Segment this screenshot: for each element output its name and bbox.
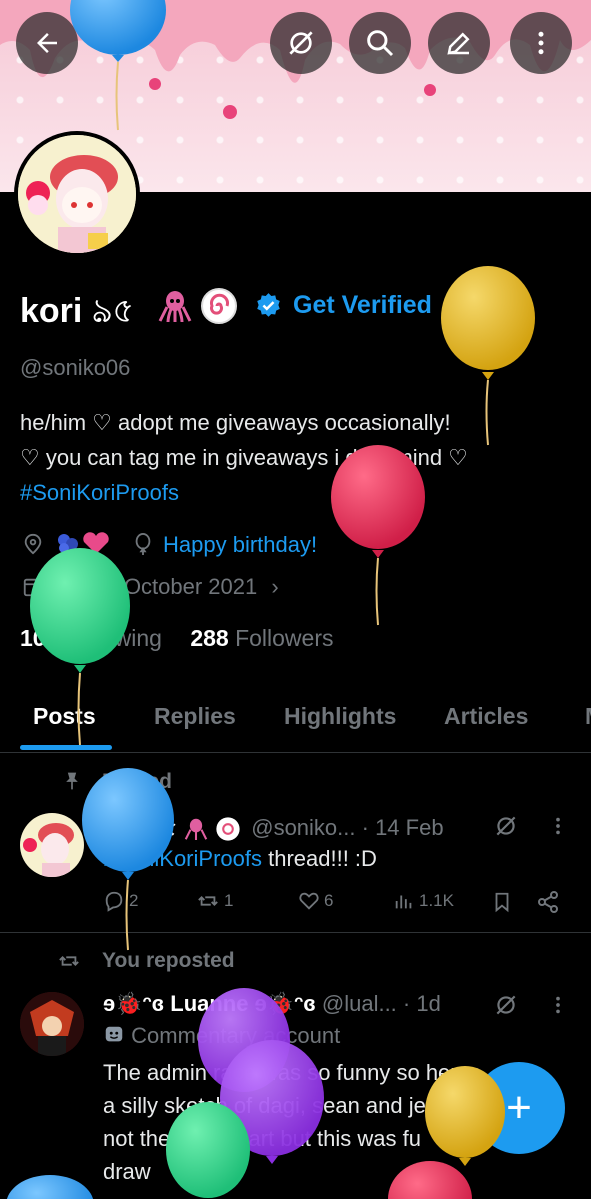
more-vertical-icon <box>538 31 544 55</box>
pencil-icon <box>447 32 470 55</box>
avatar-illustration-dark <box>20 992 84 1056</box>
following-label: Following <box>64 625 162 651</box>
repost-action[interactable]: 1 <box>196 890 233 912</box>
followers-stat[interactable]: 288 Followers <box>190 625 333 651</box>
profile-display-name: kori ঌ৫ <box>20 285 134 342</box>
automated-account-label: Commentary account <box>103 1023 340 1049</box>
post-author-name[interactable]: ɘ🐞ᵔɞ Luanne ɘ🐞ᵔɞ <box>103 991 316 1016</box>
narutomaki-emoji-icon <box>216 817 240 841</box>
post-author-handle: @soniko... <box>251 815 356 840</box>
pinned-label: Pinned <box>102 770 173 793</box>
grok-icon[interactable] <box>493 813 519 839</box>
post-more-icon[interactable] <box>547 994 569 1016</box>
search-button[interactable] <box>349 12 411 74</box>
repost-icon <box>59 956 79 966</box>
squid-emoji-icon <box>158 291 192 323</box>
location-pin-icon <box>24 533 42 555</box>
pin-icon <box>66 772 78 790</box>
joined-date[interactable]: Joined October 2021 › <box>53 574 279 600</box>
post-more-icon[interactable] <box>547 815 569 837</box>
grok-icon[interactable] <box>493 992 519 1018</box>
reposted-label: You reposted <box>102 949 235 972</box>
tab-articles[interactable]: Articles <box>444 703 528 730</box>
post-body: #SoniKoriProofs thread!!! :D <box>103 842 377 875</box>
post-author-handle: @lual... <box>321 991 397 1016</box>
chevron-right-icon: › <box>271 574 279 599</box>
following-stat[interactable]: 105 Following <box>20 625 162 651</box>
balloon-icon <box>135 533 151 555</box>
get-verified-link[interactable]: Get Verified <box>293 291 432 320</box>
post-author-avatar[interactable] <box>20 992 84 1056</box>
grok-icon <box>289 31 313 55</box>
display-name-text: kori <box>20 292 83 330</box>
avatar-illustration-small <box>23 823 74 877</box>
bio-line-1: he/him ♡ adopt me giveaways occasionally… <box>20 410 451 435</box>
joined-text: Joined October 2021 <box>53 574 258 599</box>
tab-overflow[interactable]: M <box>585 703 591 730</box>
tab-posts[interactable]: Posts <box>33 703 96 730</box>
account-subtitle: Commentary account <box>131 1023 341 1048</box>
share-icon[interactable] <box>536 890 560 914</box>
bio-hashtag-link[interactable]: #SoniKoriProofs <box>20 480 179 505</box>
heart-icon <box>299 892 319 910</box>
post-hashtag-link[interactable]: #SoniKoriProofs <box>103 846 262 871</box>
profile-bio: he/him ♡ adopt me giveaways occasionally… <box>20 405 468 510</box>
followers-count: 288 <box>190 625 229 651</box>
birthday-link[interactable]: Happy birthday! <box>163 532 317 558</box>
followers-label: Followers <box>235 625 334 651</box>
reply-count: 2 <box>129 891 139 910</box>
post-line-4: draw <box>103 1159 151 1184</box>
profile-tabs: Posts Replies Highlights Articles M <box>0 690 591 753</box>
display-name-glyph: ঌ৫ <box>91 292 135 330</box>
bookmark-icon[interactable] <box>491 890 513 914</box>
avatar-illustration <box>18 135 136 253</box>
narutomaki-emoji-icon <box>201 288 237 324</box>
post-line-3: not the best at art but this was fu <box>103 1126 421 1151</box>
like-action[interactable]: 6 <box>298 890 333 912</box>
reply-icon <box>105 891 123 912</box>
masks-icon <box>105 1026 123 1042</box>
author-emoji-badges <box>183 815 245 842</box>
post-author-name[interactable]: kori ঌ৫ <box>103 815 177 840</box>
post-body: The admin race was so funny so heres a s… <box>103 1056 481 1188</box>
post-line-1: The admin race was so funny so heres <box>103 1060 481 1085</box>
calendar-icon <box>23 578 43 597</box>
post-author-avatar[interactable] <box>20 813 84 877</box>
post-text: thread!!! :D <box>261 846 377 871</box>
verified-badge-icon[interactable] <box>255 292 282 319</box>
bio-line-2: ♡ you can tag me in giveaways i dont min… <box>20 445 468 470</box>
follow-stats: 105 Following 288 Followers <box>20 625 334 652</box>
grok-button[interactable] <box>270 12 332 74</box>
active-tab-indicator <box>20 745 112 750</box>
like-count: 6 <box>324 891 334 910</box>
repost-icon <box>198 896 218 906</box>
arrow-left-icon <box>37 33 57 53</box>
squid-emoji-icon <box>184 818 208 841</box>
profile-avatar[interactable] <box>14 131 140 257</box>
post-divider <box>0 932 591 933</box>
tab-highlights[interactable]: Highlights <box>284 703 396 730</box>
post-timestamp[interactable]: · 1d <box>403 991 441 1016</box>
plus-icon: + <box>506 1083 532 1132</box>
post-header: ɘ🐞ᵔɞ Luanne ɘ🐞ᵔɞ @lual... · 1d <box>103 991 441 1017</box>
edit-button[interactable] <box>428 12 490 74</box>
balloon-blue-bottom <box>6 1175 94 1199</box>
profile-handle: @soniko06 <box>20 355 131 380</box>
views-action[interactable]: 1.1K <box>393 890 454 912</box>
location-emoji-icon <box>58 532 109 554</box>
tab-replies[interactable]: Replies <box>154 703 236 730</box>
search-icon <box>367 30 394 57</box>
view-count: 1.1K <box>419 891 454 910</box>
post-timestamp[interactable]: · 14 Feb <box>362 815 444 840</box>
back-button[interactable] <box>16 12 78 74</box>
reply-action[interactable]: 2 <box>103 890 138 912</box>
compose-post-button[interactable]: + <box>473 1062 565 1154</box>
post-line-2: a silly sketch of dagi, sean and je <box>103 1093 426 1118</box>
views-icon <box>395 895 412 909</box>
more-options-button[interactable] <box>510 12 572 74</box>
repost-count: 1 <box>224 891 234 910</box>
following-count: 105 <box>20 625 59 651</box>
